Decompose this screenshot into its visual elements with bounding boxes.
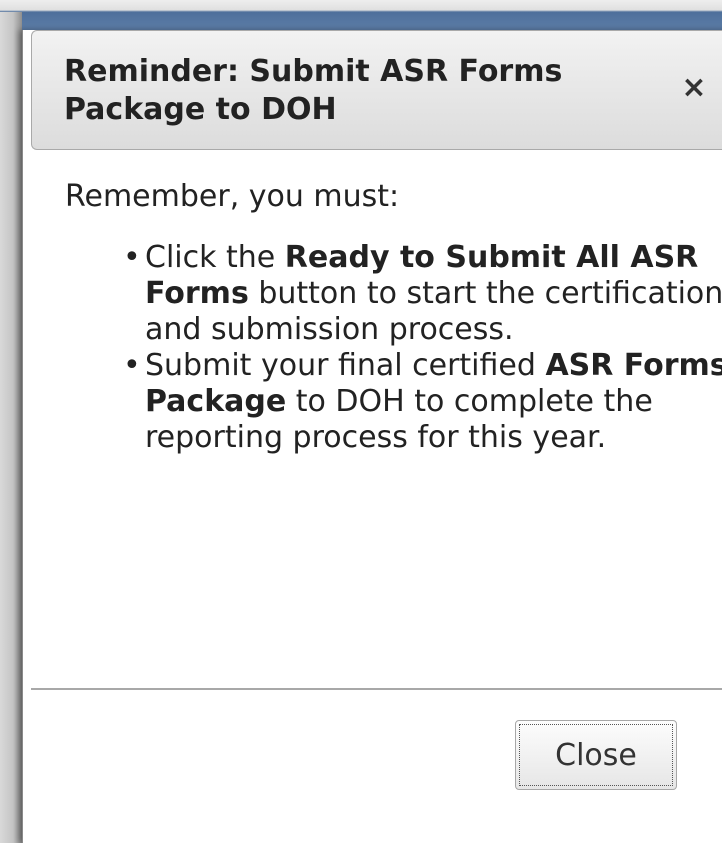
reminder-dialog: Reminder: Submit ASR Forms Package to DO… bbox=[22, 30, 722, 843]
footer-divider bbox=[31, 688, 722, 690]
close-icon[interactable]: × bbox=[677, 71, 711, 105]
window-header-band bbox=[0, 0, 722, 30]
list-item-prefix: Click the bbox=[145, 240, 285, 275]
close-button[interactable]: Close bbox=[515, 720, 677, 790]
reminder-list: Click the Ready to Submit All ASR Forms … bbox=[65, 240, 722, 456]
close-button-label: Close bbox=[519, 724, 673, 786]
dialog-body: Remember, you must: Click the Ready to S… bbox=[65, 178, 722, 456]
background-page-edge bbox=[0, 12, 22, 843]
dialog-titlebar[interactable]: Reminder: Submit ASR Forms Package to DO… bbox=[31, 30, 722, 150]
intro-text: Remember, you must: bbox=[65, 179, 400, 214]
dialog-title: Reminder: Submit ASR Forms Package to DO… bbox=[64, 54, 563, 127]
list-item-prefix: Submit your final certified bbox=[145, 348, 546, 383]
list-item: Submit your final certified ASR Forms Pa… bbox=[123, 348, 722, 456]
list-item: Click the Ready to Submit All ASR Forms … bbox=[123, 240, 722, 348]
